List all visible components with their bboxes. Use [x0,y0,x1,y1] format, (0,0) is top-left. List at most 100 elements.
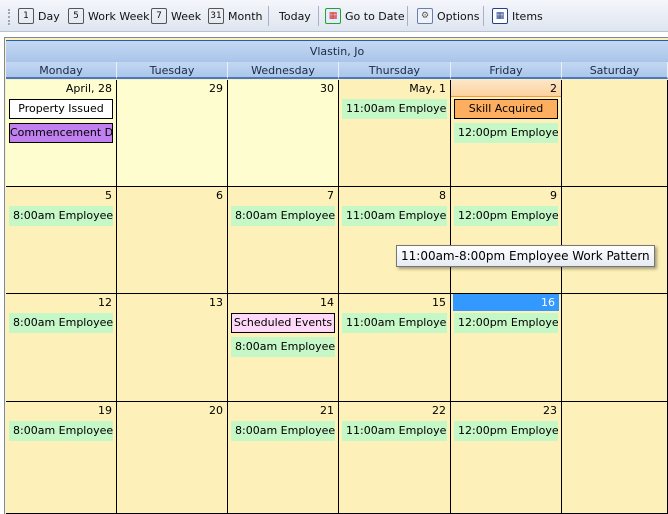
week-view-button[interactable]: 7 Week [151,6,201,26]
day-number[interactable]: 30 [228,80,338,97]
day-number[interactable]: 7 [228,187,338,204]
day-cell[interactable]: May, 1 11:00am Employee Work Pattern [339,80,451,187]
day-label: Day [38,9,60,23]
day-header-tuesday: Tuesday [117,62,228,79]
work-pattern-event[interactable]: 12:00pm Employee Work Pattern [454,206,558,226]
work-week-view-button[interactable]: 5 Work Week [68,6,150,26]
day-cell[interactable]: 15 11:00am Employee Work Pattern [339,294,451,402]
day-number[interactable]: 9 [451,187,561,204]
day-cell[interactable]: 20 [117,402,228,514]
day-number[interactable] [562,80,667,97]
day-number[interactable] [562,187,667,204]
day-header-monday: Monday [6,62,117,79]
work-pattern-event[interactable]: 8:00am Employee Work Pattern [231,337,335,357]
toolbar-grip[interactable] [8,9,12,25]
day-cell[interactable]: 22 11:00am Employee Work Pattern [339,402,451,514]
day-cell[interactable] [562,402,668,514]
day-number[interactable]: 5 [6,187,116,204]
day-cell[interactable]: 2 Skill Acquired 12:00pm Employee Work Pat… [451,80,562,187]
appointment-event[interactable]: Property Issued [9,99,113,119]
work-pattern-event[interactable]: 12:00pm Employee Work Pattern [454,421,558,441]
go-to-date-icon: ▦ [325,8,341,24]
work-pattern-event[interactable]: 8:00am Employee Work Pattern [9,421,113,441]
work-week-label: Work Week [88,9,150,23]
day-cell[interactable]: 21 8:00am Employee Work Pattern [228,402,339,514]
toolbar: 1 Day 5 Work Week 7 Week 31 Month Today ▦ Go … [0,0,668,32]
day-number[interactable]: April, 28 [6,80,116,97]
day-number[interactable]: 20 [117,402,227,419]
day-cell[interactable]: 9 12:00pm Employee Work Pattern [451,187,562,294]
day-cell[interactable]: 5 8:00am Employee Work Pattern [6,187,117,294]
today-button[interactable]: Today [279,6,311,26]
day-cell[interactable]: 29 [117,80,228,187]
day-number[interactable]: 22 [339,402,450,419]
day-number[interactable]: 2 [451,80,561,97]
day-number[interactable]: 16 [453,294,559,311]
calendar-week-icon: 7 [151,8,167,24]
options-button[interactable]: ⚙ Options [417,6,479,26]
work-pattern-event[interactable]: 8:00am Employee Work Pattern [231,421,335,441]
options-gear-icon: ⚙ [417,8,433,24]
work-pattern-event[interactable]: 8:00am Employee Work Pattern [9,313,113,333]
day-number[interactable]: May, 1 [339,80,450,97]
day-view-button[interactable]: 1 Day [18,6,60,26]
day-number[interactable]: 8 [339,187,450,204]
work-pattern-event[interactable]: 8:00am Employee Work Pattern [9,206,113,226]
day-number[interactable] [562,294,667,311]
day-cell[interactable]: April, 28 Property Issued Commencement Dat… [6,80,117,187]
items-button[interactable]: ▦ Items [492,6,543,26]
calendar-day-icon: 1 [18,8,34,24]
day-cell[interactable]: 23 12:00pm Employee Work Pattern [451,402,562,514]
day-number[interactable]: 21 [228,402,338,419]
go-to-date-button[interactable]: ▦ Go to Date [325,6,405,26]
work-pattern-event[interactable]: 8:00am Employee Work Pattern [231,206,335,226]
day-number[interactable]: 6 [117,187,227,204]
day-cell[interactable]: 19 8:00am Employee Work Pattern [6,402,117,514]
day-cell[interactable]: 8 11:00am Employee Work Pattern [339,187,451,294]
day-number[interactable]: 29 [117,80,227,97]
day-cell[interactable]: 6 [117,187,228,294]
work-pattern-event[interactable]: 11:00am Employee Work Pattern [342,206,447,226]
separator [407,6,408,26]
day-number[interactable]: 19 [6,402,116,419]
day-cell[interactable]: 14 Scheduled Events 8:00am Employee Work P… [228,294,339,402]
day-cell[interactable]: 30 [228,80,339,187]
day-cell[interactable] [562,80,668,187]
items-grid-icon: ▦ [492,8,508,24]
day-cell[interactable] [562,187,668,294]
day-number[interactable]: 23 [451,402,561,419]
work-pattern-event[interactable]: 11:00am Employee Work Pattern [342,313,447,333]
separator [483,6,484,26]
day-header-wednesday: Wednesday [228,62,339,79]
separator [318,6,319,26]
day-cell[interactable]: 7 8:00am Employee Work Pattern [228,187,339,294]
day-number[interactable]: 12 [6,294,116,311]
day-number[interactable]: 15 [339,294,450,311]
day-cell[interactable]: 16 12:00pm Employee Work Pattern [451,294,562,402]
day-number[interactable]: 14 [228,294,338,311]
month-label: Month [228,9,263,23]
day-cell[interactable]: 13 [117,294,228,402]
items-label: Items [512,9,543,23]
work-pattern-event[interactable]: 11:00am Employee Work Pattern [342,99,447,119]
day-cell[interactable]: 12 8:00am Employee Work Pattern [6,294,117,402]
calendar-work-week-icon: 5 [68,8,84,24]
day-number[interactable] [562,402,667,419]
day-header-friday: Friday [451,62,562,79]
day-header-thursday: Thursday [339,62,451,79]
appointment-event[interactable]: Scheduled Events [231,313,335,333]
separator [268,6,269,26]
appointment-event[interactable]: Skill Acquired [454,99,558,119]
appointment-event[interactable]: Commencement Date [9,123,113,143]
work-pattern-event[interactable]: 12:00pm Employee Work Pattern [454,313,558,333]
calendar-month-icon: 31 [208,8,224,24]
month-view-button[interactable]: 31 Month [208,6,262,26]
go-to-date-label: Go to Date [345,9,405,23]
week-label: Week [171,9,202,23]
work-pattern-event[interactable]: 11:00am Employee Work Pattern [342,421,447,441]
event-tooltip: 11:00am-8:00pm Employee Work Pattern [396,245,655,267]
day-cell[interactable] [562,294,668,402]
today-label: Today [279,9,311,23]
work-pattern-event[interactable]: 12:00pm Employee Work Pattern [454,123,558,143]
day-number[interactable]: 13 [117,294,227,311]
